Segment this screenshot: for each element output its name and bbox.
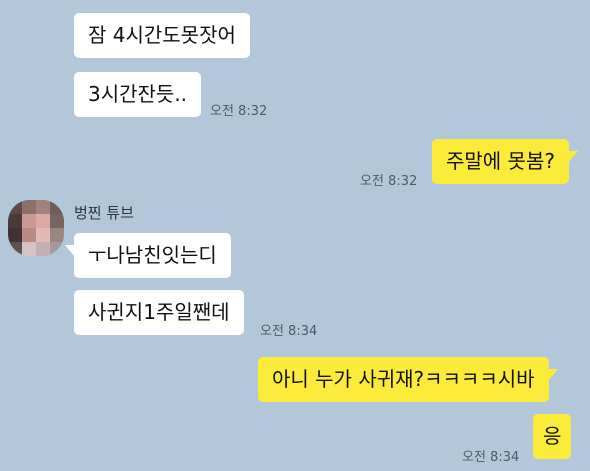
avatar-pixel — [22, 242, 36, 256]
message-text: ㅜ나남친잇는디 — [88, 243, 217, 267]
message-bubble-incoming[interactable]: 잠 4시간도못잣어 — [74, 13, 250, 58]
avatar-pixel — [50, 200, 64, 214]
message-bubble-incoming[interactable]: 3시간잔듯.. — [74, 72, 202, 117]
message-bubble-outgoing[interactable]: 응 — [533, 414, 572, 459]
message-timestamp: 오전 8:34 — [260, 324, 318, 339]
avatar-pixel — [50, 242, 64, 256]
bubble-tail — [65, 245, 75, 257]
avatar-pixel — [8, 214, 22, 228]
avatar[interactable] — [8, 200, 64, 256]
avatar-pixel — [8, 200, 22, 214]
message-text: 잠 4시간도못잣어 — [88, 23, 236, 47]
message-text: 응 — [543, 424, 562, 448]
avatar-pixel — [22, 200, 36, 214]
avatar-pixel — [22, 228, 36, 242]
message-bubble-outgoing[interactable]: 주말에 못봄? — [432, 139, 578, 184]
message-timestamp: 오전 8:32 — [210, 104, 268, 119]
avatar-pixel — [22, 214, 36, 228]
avatar-pixel — [36, 200, 50, 214]
message-bubble-incoming[interactable]: 사귄지1주일짼데 — [74, 290, 244, 335]
avatar-pixel — [8, 242, 22, 256]
avatar-pixel — [36, 214, 50, 228]
avatar-pixel — [36, 228, 50, 242]
bubble-tail — [547, 369, 558, 381]
bubble-tail — [567, 151, 578, 163]
avatar-pixel — [50, 214, 64, 228]
message-text: 3시간잔듯.. — [88, 82, 188, 106]
message-text: 주말에 못봄? — [446, 149, 555, 173]
avatar-pixel — [8, 228, 22, 242]
message-bubble-incoming[interactable]: ㅜ나남친잇는디 — [65, 233, 231, 278]
avatar-pixel — [50, 228, 64, 242]
message-text: 사귄지1주일짼데 — [88, 300, 230, 324]
message-bubble-outgoing[interactable]: 아니 누가 사귀재?ㅋㅋㅋㅋ시바 — [258, 357, 558, 402]
message-timestamp: 오전 8:32 — [360, 174, 418, 189]
message-text: 아니 누가 사귀재?ㅋㅋㅋㅋ시바 — [272, 367, 535, 391]
sender-name: 벙찐 튜브 — [74, 204, 134, 222]
message-timestamp: 오전 8:34 — [462, 450, 520, 465]
avatar-pixel — [36, 242, 50, 256]
